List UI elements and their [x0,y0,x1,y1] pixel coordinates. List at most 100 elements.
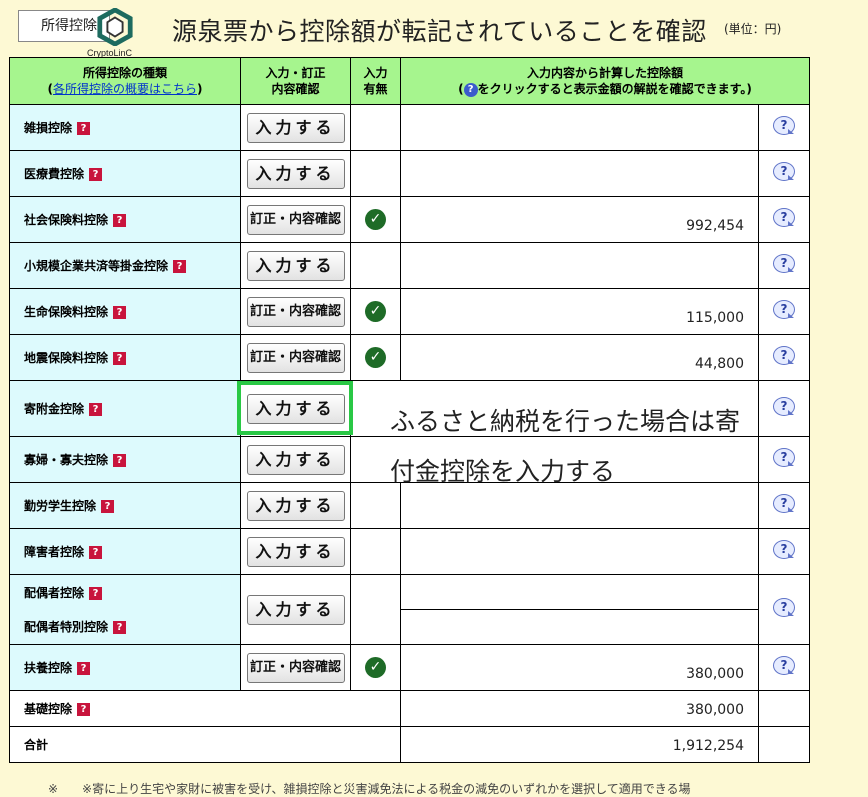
table-row: 社会保険料控除? 訂正・内容確認 ✓ 992,454 ? [9,196,810,243]
question-bubble-icon[interactable]: ? [771,116,797,136]
table-row: 勤労学生控除? 入力する ? [9,482,810,529]
col-action-label-2: 内容確認 [271,82,320,96]
help-icon[interactable]: ? [173,260,187,273]
row-name: 合計 [24,738,49,752]
input-button[interactable]: 入力する [246,158,345,189]
edit-button[interactable]: 訂正・内容確認 [246,296,345,327]
col-amount-label-1: 入力内容から計算した控除額 [526,66,683,80]
input-button[interactable]: 入力する [246,490,345,521]
row-name: 扶養控除 [24,661,73,675]
highlight-box [237,381,353,435]
row-name: 基礎控除 [24,702,73,716]
table-row: 障害者控除? 入力する ? [9,528,810,575]
unit-label: (単位：円) [724,22,782,36]
total-amount-cell: 1,912,254 [400,726,759,763]
question-bubble-icon[interactable]: ? [771,598,797,618]
table-row: 生命保険料控除? 訂正・内容確認 ✓ 115,000 ? [9,288,810,335]
row-name: 社会保険料控除 [24,213,109,227]
check-circle-icon: ✓ [365,301,386,322]
row-name: 医療費控除 [24,167,85,181]
help-icon[interactable]: ? [113,352,127,365]
help-icon[interactable]: ? [113,454,127,467]
amount-cell: 380,000 [400,644,759,691]
amount-cell [400,242,759,289]
check-circle-icon: ✓ [365,209,386,230]
col-header-flag: 入力 有無 [350,57,401,105]
question-bubble-icon[interactable]: ? [771,397,797,417]
question-bubble-icon[interactable]: ? [771,346,797,366]
col-header-type: 所得控除の種類 (各所得控除の概要はこちら) [9,57,241,105]
edit-button[interactable]: 訂正・内容確認 [246,652,345,683]
help-icon[interactable]: ? [113,214,127,227]
question-bubble-icon[interactable]: ? [771,300,797,320]
edit-button[interactable]: 訂正・内容確認 [246,204,345,235]
amount-cell [400,528,759,575]
question-bubble-icon[interactable]: ? [771,540,797,560]
check-circle-icon: ✓ [365,347,386,368]
input-button[interactable]: 入力する [246,536,345,567]
row-name: 小規模企業共済等掛金控除 [24,259,169,273]
page-title: 源泉票から控除額が転記されていることを確認 [172,17,707,46]
help-icon[interactable]: ? [89,586,103,600]
annotation-line-1: ふるさと納税を行った場合は寄 [390,407,741,436]
col-header-amount: 入力内容から計算した控除額 (? をクリックすると表示金額の解説を確認できます。) [400,57,810,105]
table-row: 基礎控除? 380,000 [9,690,810,727]
table-row: 配偶者特別控除? [9,609,810,645]
table-row: 小規模企業共済等掛金控除? 入力する ? [9,242,810,289]
cryptolinc-logo [97,8,133,46]
help-icon[interactable]: ? [77,662,91,675]
row-name-cell: 雑損控除? [9,104,241,151]
check-circle-icon: ✓ [365,657,386,678]
input-button[interactable]: 入力する [246,112,345,143]
question-bubble-icon[interactable]: ? [771,448,797,468]
question-bubble-icon[interactable]: ? [771,162,797,182]
table-row: 扶養控除? 訂正・内容確認 ✓ 380,000 ? [9,644,810,691]
help-icon[interactable]: ? [77,703,91,716]
input-button[interactable]: 入力する [246,250,345,281]
col-type-label: 所得控除の種類 [82,66,167,80]
amount-cell: 380,000 [400,690,759,727]
row-name: 寄附金控除 [24,402,85,416]
edit-button[interactable]: 訂正・内容確認 [246,342,345,373]
amount-cell: 992,454 [400,196,759,243]
table-header-row: 所得控除の種類 (各所得控除の概要はこちら) 入力・訂正 内容確認 入力 有無 … [9,57,810,105]
table-row: 雑損控除? 入力する ? [9,104,810,151]
row-name: 雑損控除 [24,121,73,135]
help-icon[interactable]: ? [113,621,127,635]
question-bubble-icon[interactable]: ? [771,656,797,676]
table-row: 配偶者控除? 入力する ? [9,574,810,645]
col-header-action: 入力・訂正 内容確認 [240,57,351,105]
question-bubble-icon[interactable]: ? [771,208,797,228]
amount-cell [400,574,759,610]
row-name: 障害者控除 [24,545,85,559]
amount-cell: 115,000 [400,288,759,335]
col-action-label-1: 入力・訂正 [265,66,326,80]
help-icon[interactable]: ? [89,403,103,416]
input-button[interactable]: 入力する [246,594,345,625]
question-mark-icon: ? [463,82,478,97]
table-row: 合計 1,912,254 [9,726,810,763]
annotation-line-2: 付金控除を入力する [390,457,616,486]
question-bubble-icon[interactable]: ? [771,494,797,514]
help-icon[interactable]: ? [89,168,103,181]
row-name: 配偶者控除 [24,585,85,600]
input-button[interactable]: 入力する [246,444,345,475]
row-name: 地震保険料控除 [24,351,109,365]
help-icon[interactable]: ? [77,122,91,135]
table-row: 医療費控除? 入力する ? [9,150,810,197]
col-amount-paren: ( [458,82,464,96]
col-flag-label-1: 入力 [363,66,388,80]
row-name: 寡婦・寡夫控除 [24,453,109,467]
row-name: 勤労学生控除 [24,499,97,513]
row-name: 配偶者特別控除 [24,620,109,635]
overview-link[interactable]: 各所得控除の概要はこちら [53,82,197,96]
amount-cell [400,150,759,197]
amount-cell [400,609,759,645]
amount-cell [400,104,759,151]
help-icon[interactable]: ? [113,306,127,319]
footer-note: ※ ※寄に上り生宅や家財に被害を受け、雑損控除と災害減免法による税金の減免のいず… [48,782,691,796]
row-name: 生命保険料控除 [24,305,109,319]
help-icon[interactable]: ? [89,546,103,559]
help-icon[interactable]: ? [101,500,115,513]
question-bubble-icon[interactable]: ? [771,254,797,274]
